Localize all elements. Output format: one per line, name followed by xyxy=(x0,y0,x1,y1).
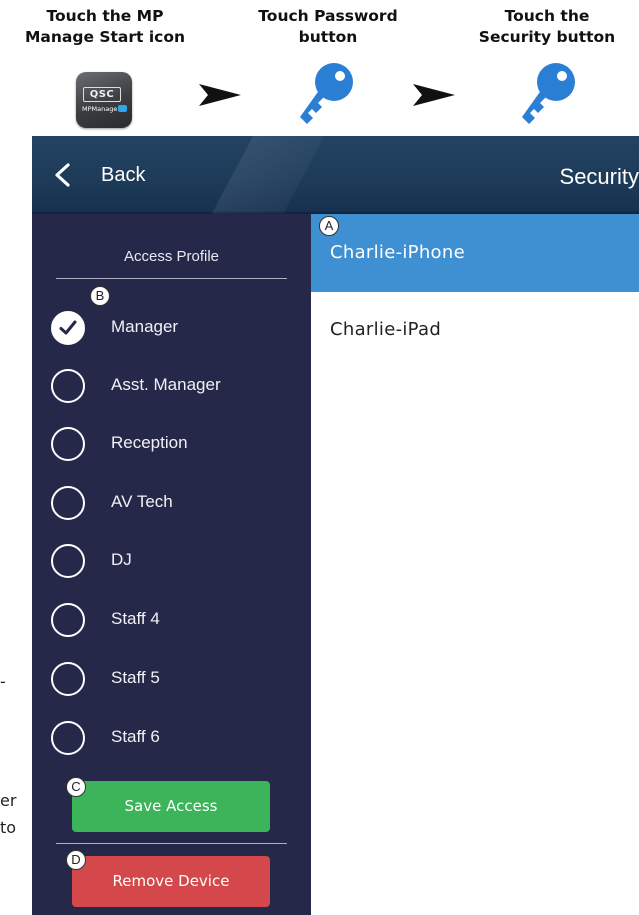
step-1-line-1: Touch the MP xyxy=(46,7,164,25)
step-1-line-2: Manage Start icon xyxy=(24,28,186,46)
profile-option-dj[interactable]: DJ xyxy=(51,544,301,584)
cropped-caption-fragment: to xyxy=(0,818,17,837)
radio-checked-icon[interactable] xyxy=(51,311,85,345)
profile-label: DJ xyxy=(111,550,132,569)
checkmark-icon xyxy=(59,320,77,335)
cropped-caption-fragment: - xyxy=(0,672,6,691)
step-2-line-1: Touch Password xyxy=(258,7,398,25)
arrow-right-icon xyxy=(199,84,241,106)
callout-a: A xyxy=(319,216,339,236)
instruction-step-1: Touch the MP Manage Start icon xyxy=(0,6,210,48)
instruction-step-2: Touch Password button xyxy=(228,6,428,48)
instruction-step-3: Touch the Security button xyxy=(455,6,639,48)
cropped-caption-fragment: er xyxy=(0,791,17,810)
profile-label: Staff 4 xyxy=(111,609,160,628)
profile-option-av-tech[interactable]: AV Tech xyxy=(51,486,301,526)
profile-label: Staff 6 xyxy=(111,727,160,746)
top-nav-bar: Back Security xyxy=(32,136,639,214)
remove-device-button[interactable]: Remove Device xyxy=(72,856,270,907)
callout-b: B xyxy=(90,286,110,306)
divider xyxy=(56,843,287,844)
profile-option-staff-6[interactable]: Staff 6 xyxy=(51,721,301,761)
radio-unchecked-icon[interactable] xyxy=(51,662,85,696)
profile-label: Asst. Manager xyxy=(111,375,221,394)
step-2-line-2: button xyxy=(298,28,358,46)
access-profile-heading: Access Profile xyxy=(123,248,220,265)
step-3-line-1: Touch the xyxy=(504,7,590,25)
mp-manage-app-icon[interactable]: QSC MPManage xyxy=(76,72,132,128)
profile-option-reception[interactable]: Reception xyxy=(51,427,301,467)
profile-label: Reception xyxy=(111,433,188,452)
radio-unchecked-icon[interactable] xyxy=(51,721,85,755)
step-3-line-2: Security button xyxy=(478,28,616,46)
profile-option-staff-4[interactable]: Staff 4 xyxy=(51,603,301,643)
security-screen: Back Security Access Profile Manager Ass… xyxy=(32,136,639,915)
device-name[interactable]: Charlie-iPad xyxy=(330,319,441,340)
profile-option-staff-5[interactable]: Staff 5 xyxy=(51,662,301,702)
save-access-button[interactable]: Save Access xyxy=(72,781,270,832)
profile-label: AV Tech xyxy=(111,492,173,511)
app-icon-caption: MPManage xyxy=(82,105,118,113)
back-button[interactable]: Back xyxy=(101,164,145,187)
app-icon-accent xyxy=(118,105,127,112)
radio-unchecked-icon[interactable] xyxy=(51,603,85,637)
radio-unchecked-icon[interactable] xyxy=(51,544,85,578)
profile-label: Staff 5 xyxy=(111,668,160,687)
qsc-logo-text: QSC xyxy=(83,87,121,102)
radio-unchecked-icon[interactable] xyxy=(51,486,85,520)
access-profile-panel: Access Profile Manager Asst. Manager Rec… xyxy=(32,214,311,915)
callout-d: D xyxy=(66,850,86,870)
arrow-right-icon xyxy=(413,84,455,106)
radio-unchecked-icon[interactable] xyxy=(51,369,85,403)
callout-c: C xyxy=(66,777,86,797)
radio-unchecked-icon[interactable] xyxy=(51,427,85,461)
security-key-icon xyxy=(522,63,575,124)
divider xyxy=(56,278,287,279)
password-key-icon xyxy=(300,63,353,124)
profile-option-manager[interactable]: Manager xyxy=(51,311,301,351)
back-chevron-icon[interactable] xyxy=(53,163,71,187)
profile-label: Manager xyxy=(111,317,179,336)
profile-option-asst-manager[interactable]: Asst. Manager xyxy=(51,369,301,409)
device-name-selected[interactable]: Charlie-iPhone xyxy=(330,242,465,263)
page-title: Security xyxy=(559,164,639,189)
